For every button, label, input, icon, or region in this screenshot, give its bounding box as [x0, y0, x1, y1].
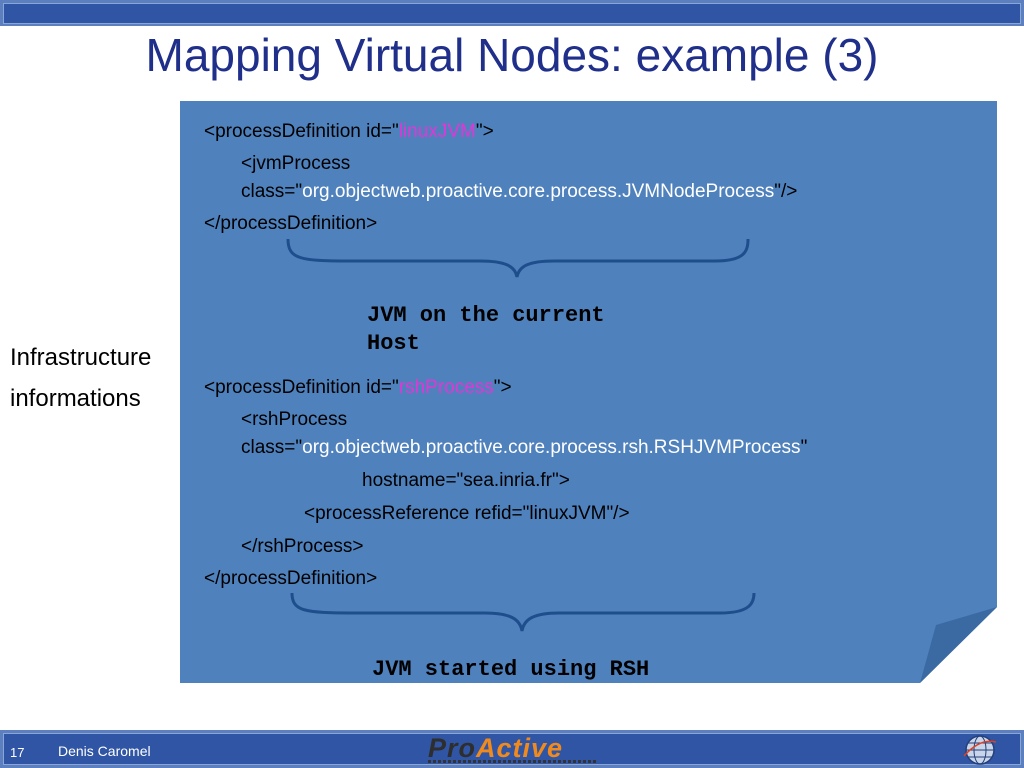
code-line-3: class="org.objectweb.proactive.core.proc…: [241, 181, 798, 202]
code-line-6: <rshProcess: [241, 409, 348, 430]
code-line-7: class="org.objectweb.proactive.core.proc…: [241, 437, 808, 458]
code-note: <processDefinition id="linuxJVM"> <jvmPr…: [180, 101, 997, 683]
top-bar: [0, 0, 1024, 26]
code-line-4: </processDefinition>: [204, 213, 378, 234]
page-number: 17: [10, 745, 25, 760]
slide-title: Mapping Virtual Nodes: example (3): [145, 29, 879, 81]
code-line-5: <processDefinition id="rshProcess">: [204, 377, 512, 398]
code-line-1: <processDefinition id="linuxJVM">: [204, 121, 494, 142]
left-label-line2: informations: [10, 385, 141, 412]
author-name: Denis Caromel: [58, 743, 151, 759]
class-rshjvmprocess: org.objectweb.proactive.core.process.rsh…: [302, 437, 801, 458]
class-jvmnodeprocess: org.objectweb.proactive.core.process.JVM…: [302, 181, 775, 202]
brace-icon-2: [290, 592, 756, 632]
code-line-11: </processDefinition>: [204, 568, 378, 589]
caption-rsh: JVM started using RSH: [372, 657, 650, 682]
brace-icon-1: [286, 238, 750, 278]
code-line-8: hostname="sea.inria.fr">: [362, 470, 570, 491]
code-line-10: </rshProcess>: [241, 536, 364, 557]
code-line-2: <jvmProcess: [241, 153, 351, 174]
code-line-9: <processReference refid="linuxJVM"/>: [304, 503, 630, 524]
caption-current-host-line1: JVM on the current: [367, 303, 605, 328]
globe-icon: [963, 735, 997, 765]
logo-tagline-decoration: [428, 760, 598, 763]
caption-current-host-line2: Host: [367, 331, 420, 356]
left-label-line1: Infrastructure: [10, 344, 152, 371]
process-id-rshprocess: rshProcess: [398, 377, 494, 398]
process-id-linuxjvm: linuxJVM: [398, 121, 476, 142]
